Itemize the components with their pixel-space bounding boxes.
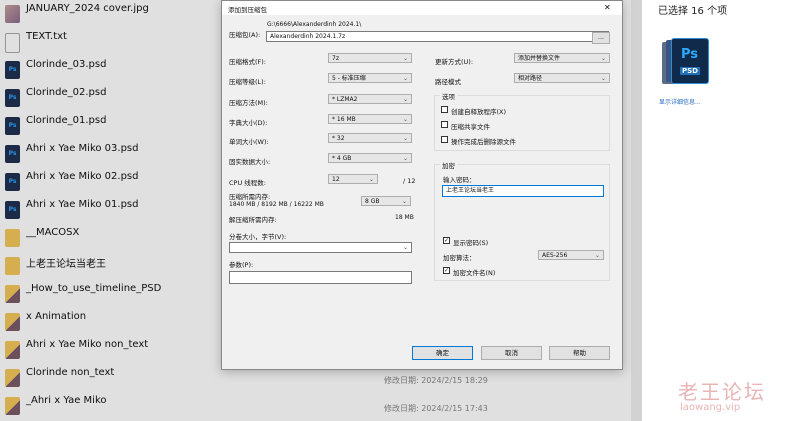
format-label: 压缩格式(F): [229,58,267,66]
chevron-down-icon: ⌄ [402,244,408,251]
selection-count: 已选择 16 个项 [658,6,728,17]
show-password-checkbox[interactable]: ✓ [443,237,450,244]
path-label: 路径模式 [435,78,461,86]
cancel-button[interactable]: 取消 [481,346,542,360]
chevron-down-icon: ⌄ [402,55,408,62]
word-label: 单词大小(W): [229,138,269,146]
solid-select[interactable]: * 4 GB ⌄ [328,153,412,163]
update-select[interactable]: 添加并替换文件 ⌄ [514,53,610,63]
split-size-input[interactable]: ⌄ [229,242,412,253]
add-to-archive-dialog: 添加到压缩包 ✕ 压缩包(A): G:\6666\Alexanderdinh 2… [221,0,623,370]
encrypt-names-checkbox[interactable]: ✓ [443,267,450,274]
mem-select[interactable]: 8 GB ⌄ [361,196,411,206]
enc-method-select[interactable]: AES-256 ⌄ [538,250,604,260]
split-label: 分卷大小，字节(V): [229,233,287,241]
method-select[interactable]: * LZMA2 ⌄ [328,94,412,104]
chevron-down-icon: ⌄ [600,55,606,62]
update-label: 更新方式(U): [435,58,474,66]
enc-method-label: 加密算法： [443,254,476,262]
browse-button[interactable]: ... [592,32,610,44]
method-label: 压缩方法(M): [229,99,268,107]
chevron-down-icon: ⌄ [402,155,408,162]
word-select[interactable]: * 32 ⌄ [328,133,412,143]
close-icon[interactable]: ✕ [604,3,611,12]
cpu-label: CPU 线程数: [229,179,266,187]
chevron-down-icon: ⌄ [401,198,407,205]
archive-label: 压缩包(A): [229,31,261,39]
encrypt-names-label: 加密文件名(N) [453,269,496,277]
delete-after-checkbox[interactable] [441,136,448,143]
dict-select[interactable]: * 16 MB ⌄ [328,114,412,124]
chevron-down-icon: ⌄ [600,75,606,82]
chevron-down-icon: ⌄ [402,135,408,142]
show-details-link[interactable]: 显示详细信息... [659,97,701,106]
params-label: 参数(P): [229,261,254,269]
mem-label: 压缩所需内存: [229,193,271,201]
cpu-select[interactable]: 12 ⌄ [328,174,378,184]
chevron-down-icon: ⌄ [402,96,408,103]
dialog-titlebar[interactable]: 添加到压缩包 ✕ [222,1,622,15]
chevron-down-icon: ⌄ [368,176,374,183]
archive-path: G:\6666\Alexanderdinh 2024.1\ [267,21,362,28]
params-input[interactable] [229,271,412,284]
archive-name-input[interactable]: Alexanderdinh 2024.1.7z ⌄ [266,31,609,42]
watermark-url: laowang.vip [680,402,741,413]
chevron-down-icon: ⌄ [594,252,600,259]
password-value: 上老王论坛当老王 [446,187,495,194]
encryption-title: 加密 [440,160,457,170]
archive-name-value: Alexanderdinh 2024.1.7z [270,33,346,40]
options-title: 选项 [440,91,457,101]
psd-stack-icon: Ps PSD [662,38,709,90]
format-select[interactable]: 7z ⌄ [328,53,412,63]
level-select[interactable]: 5 - 标准压缩 ⌄ [328,73,412,83]
show-password-label: 显示密码(S) [453,239,489,247]
mem-detail: 1840 MB / 8192 MB / 16222 MB [229,201,324,208]
chevron-down-icon: ⌄ [402,116,408,123]
sfx-checkbox[interactable] [441,106,448,113]
ok-button[interactable]: 确定 [412,346,473,360]
dict-label: 字典大小(D): [229,119,268,127]
sfx-label: 创建自释放程序(X) [451,108,507,116]
chevron-down-icon: ⌄ [402,75,408,82]
dialog-title: 添加到压缩包 [228,6,267,14]
shared-files-checkbox[interactable] [441,121,448,128]
path-select[interactable]: 相对路径 ⌄ [514,73,610,83]
delete-after-label: 操作完成后删除源文件 [451,138,516,146]
shared-files-label: 压缩共享文件 [451,123,490,131]
watermark-text: 老王论坛 [678,380,766,404]
password-input[interactable]: 上老王论坛当老王 [442,185,604,197]
password-label: 输入密码： [443,176,476,184]
psd-thumb-label: PSD [680,67,700,75]
cpu-total: / 12 [403,177,416,185]
decomp-value: 18 MB [395,214,414,221]
help-button[interactable]: 帮助 [549,346,610,360]
solid-label: 固实数据大小: [229,158,271,166]
decomp-label: 解压缩所需内存: [229,216,277,224]
level-label: 压缩等级(L): [229,78,266,86]
